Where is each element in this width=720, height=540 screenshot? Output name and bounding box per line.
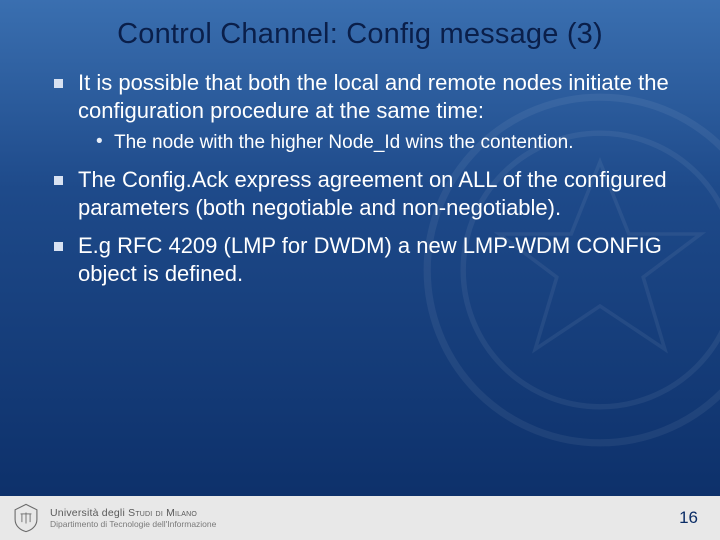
sub-bullet-item: The node with the higher Node_Id wins th… [94,131,670,155]
university-crest-icon [12,503,40,533]
uni-name-main: Studi di Milano [128,507,197,519]
bullet-item: It is possible that both the local and r… [50,69,670,156]
slide-title: Control Channel: Config message (3) [0,0,720,61]
footer-bar: Università degli Studi di Milano Diparti… [0,496,720,540]
bullet-item: The Config.Ack express agreement on ALL … [50,166,670,222]
university-label: Università degli Studi di Milano Diparti… [50,508,216,529]
department-label: Dipartimento di Tecnologie dell'Informaz… [50,520,216,529]
bullet-text: The Config.Ack express agreement on ALL … [78,167,667,220]
bullet-text: It is possible that both the local and r… [78,70,669,123]
slide-content: It is possible that both the local and r… [0,61,720,288]
uni-name-prefix: Università degli [50,507,128,519]
bullet-item: E.g RFC 4209 (LMP for DWDM) a new LMP-WD… [50,232,670,288]
page-number: 16 [679,508,698,528]
sub-bullet-text: The node with the higher Node_Id wins th… [114,132,573,153]
bullet-text: E.g RFC 4209 (LMP for DWDM) a new LMP-WD… [78,233,662,286]
